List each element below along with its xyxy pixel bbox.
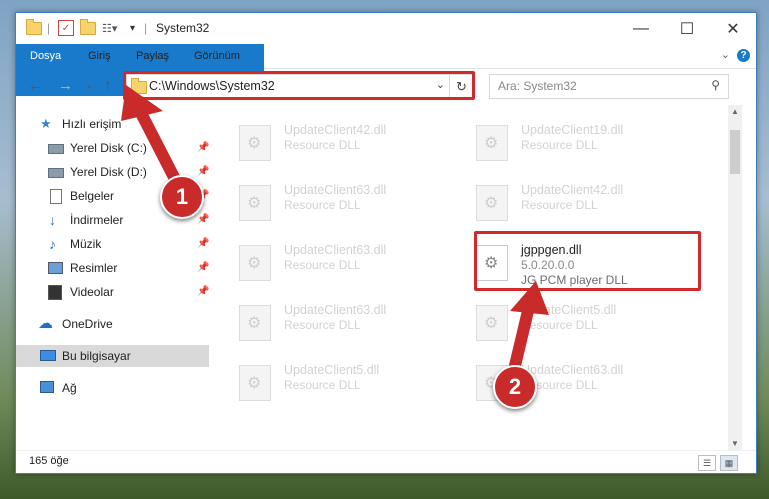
explorer-window: | ✓ ☷▾ ▾ | System32 — ☐ ✕ Dosya Giriş Pa… [15, 12, 757, 474]
step-2-badge: 2 [493, 365, 537, 409]
arrow-1-head [121, 85, 163, 121]
annotation-arrows [121, 85, 549, 380]
step-1-badge: 1 [160, 175, 204, 219]
arrow-2-head [510, 281, 549, 315]
arrow-1 [134, 105, 184, 191]
